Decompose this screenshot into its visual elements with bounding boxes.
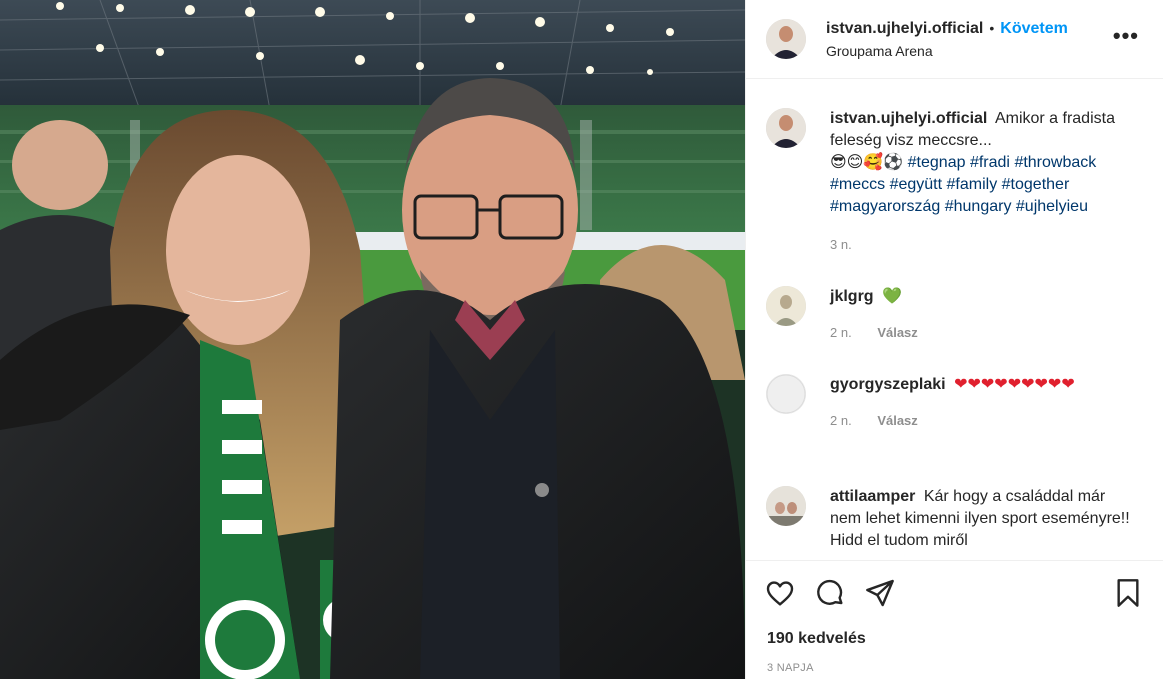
- profile-avatar-image: [766, 19, 806, 59]
- comment-item: jklgrg 💚 2 n. Válasz: [766, 286, 1147, 344]
- comment-username[interactable]: gyorgyszeplaki: [830, 376, 946, 393]
- caption-time[interactable]: 3 n.: [830, 237, 852, 252]
- comment-username[interactable]: jklgrg: [830, 288, 874, 305]
- post-username[interactable]: istvan.ujhelyi.official: [826, 20, 983, 37]
- comment-time[interactable]: 2 n.: [830, 325, 852, 340]
- post-side-panel: istvan.ujhelyi.official • Követem Groupama…: [745, 0, 1163, 679]
- comments-list[interactable]: istvan.ujhelyi.official Amikor a fradist…: [746, 80, 1163, 560]
- hashtag[interactable]: #throwback: [1014, 154, 1096, 171]
- hashtag[interactable]: #fradi: [970, 154, 1010, 171]
- header-text: istvan.ujhelyi.official • Követem Groupama…: [826, 18, 1068, 61]
- post-header: istvan.ujhelyi.official • Követem Groupama…: [746, 0, 1163, 79]
- comment-body: jklgrg 💚 2 n. Válasz: [830, 286, 918, 344]
- post-location[interactable]: Groupama Arena: [826, 41, 1068, 61]
- reply-button[interactable]: Válasz: [877, 325, 917, 340]
- post-date[interactable]: 3 NAPJA: [767, 662, 814, 674]
- comment-item: gyorgyszeplaki ❤❤❤❤❤❤❤❤❤ 2 n. Válasz: [766, 374, 1147, 432]
- hashtag[interactable]: #family: [947, 176, 998, 193]
- avatar[interactable]: [766, 486, 806, 526]
- comment-text: ❤❤❤❤❤❤❤❤❤: [954, 376, 1075, 393]
- avatar[interactable]: [766, 19, 806, 59]
- share-icon[interactable]: [864, 577, 896, 614]
- hashtag[interactable]: #meccs: [830, 176, 885, 193]
- follow-button[interactable]: Követem: [1000, 20, 1068, 37]
- likes-count[interactable]: 190 kedvelés: [767, 630, 866, 648]
- caption-emojis: 😎😊🥰⚽: [830, 154, 904, 171]
- avatar[interactable]: [766, 374, 806, 414]
- commenter-avatar-image: [766, 486, 806, 526]
- hashtag[interactable]: #magyarország: [830, 198, 940, 215]
- caption-username[interactable]: istvan.ujhelyi.official: [830, 110, 987, 127]
- caption-body: istvan.ujhelyi.official Amikor a fradist…: [830, 108, 1147, 256]
- bookmark-icon[interactable]: [1112, 577, 1144, 614]
- caption-item: istvan.ujhelyi.official Amikor a fradist…: [766, 108, 1147, 256]
- comment-body: gyorgyszeplaki ❤❤❤❤❤❤❤❤❤ 2 n. Válasz: [830, 374, 1147, 432]
- hashtag[interactable]: #ujhelyieu: [1016, 198, 1088, 215]
- post-photo[interactable]: [0, 0, 745, 679]
- comment-body: attilaamper Kár hogy a családdal már nem…: [830, 486, 1130, 552]
- hashtag[interactable]: #together: [1002, 176, 1070, 193]
- hashtag[interactable]: #együtt: [890, 176, 942, 193]
- stadium-photo: [0, 0, 745, 679]
- heart-icon[interactable]: [764, 577, 796, 614]
- post-actions: 190 kedvelés 3 NAPJA: [746, 560, 1163, 680]
- avatar[interactable]: [766, 286, 806, 326]
- hashtag[interactable]: #hungary: [945, 198, 1012, 215]
- commenter-avatar-image: [766, 286, 806, 326]
- hashtag[interactable]: #tegnap: [908, 154, 966, 171]
- separator-dot: •: [989, 19, 995, 36]
- comment-text: 💚: [882, 288, 902, 305]
- caption-avatar-image: [766, 108, 806, 148]
- comment-item: attilaamper Kár hogy a családdal már nem…: [766, 486, 1147, 552]
- comment-icon[interactable]: [814, 577, 846, 614]
- comment-username[interactable]: attilaamper: [830, 488, 915, 505]
- reply-button[interactable]: Válasz: [877, 413, 917, 428]
- avatar[interactable]: [766, 108, 806, 148]
- more-options-icon[interactable]: •••: [1113, 25, 1139, 47]
- comment-time[interactable]: 2 n.: [830, 413, 852, 428]
- default-avatar-image: [766, 374, 806, 414]
